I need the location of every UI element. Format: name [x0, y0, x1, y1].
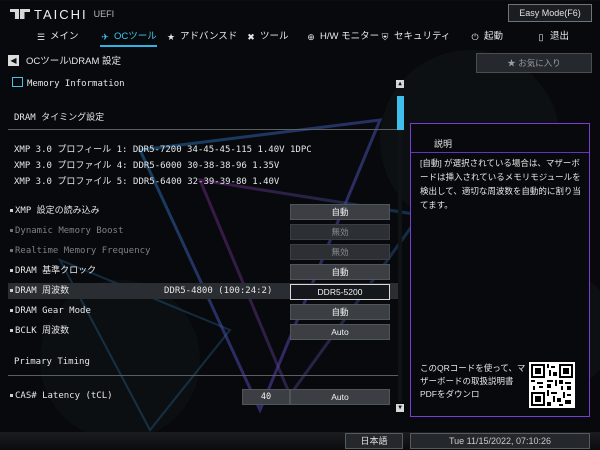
description-title: 説明	[434, 139, 453, 149]
setting-row[interactable]: BCLK 周波数 Auto	[8, 323, 400, 340]
setting-row[interactable]: DRAM Gear Mode 自動	[8, 303, 400, 320]
qr-code-text: このQRコードを使って、マザーボードの取扱説明書PDFをダウンロ	[420, 363, 526, 399]
tab-security[interactable]: ⛨ セキュリティ	[380, 28, 451, 46]
setting-row: Realtime Memory Frequency 無効	[8, 243, 400, 260]
setting-value-button[interactable]: Auto	[290, 389, 390, 405]
star-icon: ★	[507, 58, 516, 68]
setting-label: DRAM 基準クロック	[15, 266, 97, 276]
breadcrumb-text: OCツール\DRAM 設定	[26, 56, 122, 67]
description-panel: 説明 [自動] が選択されている場合は、マザーボードは挿入されているメモリモジュ…	[410, 123, 590, 417]
tab-oc-tweaker-label: OCツール	[114, 31, 157, 42]
scrollbar-thumb[interactable]	[397, 96, 404, 130]
bullet-icon	[10, 394, 13, 397]
asrock-logo-icon	[10, 9, 30, 19]
setting-row-selected[interactable]: DRAM 周波数 DDR5-4800 (100:24:2) DDR5-5200	[8, 283, 400, 300]
dram-frequency-selector[interactable]: DDR5-5200	[290, 284, 390, 300]
setting-row[interactable]: CAS# Latency (tCL) 40 Auto	[8, 388, 400, 405]
primary-timing-title: Primary Timing	[14, 357, 90, 367]
current-frequency-value: DDR5-4800 (100:24:2)	[164, 286, 273, 296]
dram-timing-title: DRAM タイミング設定	[14, 113, 105, 123]
breadcrumb: ◀ OCツール\DRAM 設定	[8, 52, 121, 68]
xmp-profile-5: XMP 3.0 プロファイル 5: DDR5-6400 32-39-39-80 …	[14, 177, 280, 187]
tab-exit[interactable]: ▯ 退出	[536, 28, 570, 46]
bullet-icon	[10, 329, 13, 332]
power-icon: ⏻	[471, 32, 479, 42]
divider	[411, 152, 589, 153]
scroll-down-arrow-icon[interactable]: ▼	[396, 404, 404, 412]
bullet-icon	[10, 229, 13, 232]
tab-main-label: メイン	[50, 31, 79, 42]
tab-boot[interactable]: ⏻ 起動	[470, 28, 503, 46]
tab-main[interactable]: ☰ メイン	[36, 28, 79, 46]
bullet-icon	[10, 249, 13, 252]
xmp-profile-1: XMP 3.0 プロフィール 1: DDR5-7200 34-45-45-115…	[14, 145, 312, 155]
cas-current-value: 40	[242, 389, 290, 405]
tab-hw-monitor[interactable]: ⊕ H/W モニター	[306, 28, 379, 46]
divider	[8, 129, 398, 130]
setting-value-button[interactable]: 自動	[290, 264, 390, 280]
footer: 日本語 Tue 11/15/2022, 07:10:26	[0, 428, 600, 450]
divider	[8, 375, 398, 376]
setting-row[interactable]: DRAM 基準クロック 自動	[8, 263, 400, 280]
bullet-icon	[10, 209, 13, 212]
setting-value-button[interactable]: 自動	[290, 304, 390, 320]
easy-mode-button[interactable]: Easy Mode(F6)	[508, 4, 592, 22]
star-icon: ★	[166, 32, 176, 42]
menu-icon: ☰	[36, 32, 46, 42]
setting-label: XMP 設定の読み込み	[15, 206, 100, 216]
favorites-label: お気に入り	[518, 58, 561, 68]
tools-icon: ✖	[247, 32, 255, 42]
favorites-button[interactable]: ★ お気に入り	[476, 53, 592, 73]
tab-advanced[interactable]: ★ アドバンスド	[166, 28, 237, 46]
brand-suffix: UEFI	[93, 9, 115, 19]
scrollbar-track[interactable]	[398, 92, 402, 402]
shield-icon: ⛨	[381, 32, 389, 42]
tab-advanced-label: アドバンスド	[180, 31, 238, 42]
tab-boot-label: 起動	[484, 31, 504, 42]
memory-information-item[interactable]: Memory Information	[8, 76, 400, 92]
bullet-icon	[10, 289, 13, 292]
main-nav: ☰ メイン ✈ OCツール ★ アドバンスド ✖ ツール ⊕ H/W モニター …	[0, 28, 600, 47]
setting-label: DRAM 周波数	[15, 286, 70, 296]
setting-label: Realtime Memory Frequency	[15, 246, 151, 256]
setting-label: DRAM Gear Mode	[15, 306, 91, 316]
back-arrow-icon[interactable]: ◀	[8, 54, 19, 66]
setting-value-button[interactable]: Auto	[290, 324, 390, 340]
xmp-profile-4: XMP 3.0 プロファイル 4: DDR5-6000 30-38-38-96 …	[14, 161, 280, 171]
memory-icon	[12, 77, 23, 87]
setting-value-button[interactable]: 自動	[290, 204, 390, 220]
datetime-display: Tue 11/15/2022, 07:10:26	[410, 433, 590, 449]
exit-icon: ▯	[538, 32, 544, 42]
setting-label: Dynamic Memory Boost	[15, 226, 124, 236]
rocket-icon: ✈	[101, 32, 109, 42]
description-text: [自動] が選択されている場合は、マザーボードは挿入されているメモリモジュールを…	[420, 158, 581, 210]
language-button[interactable]: 日本語	[345, 433, 403, 449]
setting-row: Dynamic Memory Boost 無効	[8, 223, 400, 240]
bullet-icon	[10, 309, 13, 312]
brand-name: TAICHI	[34, 6, 88, 22]
setting-value-button: 無効	[290, 244, 390, 260]
header: TAICHI UEFI Easy Mode(F6)	[0, 0, 600, 28]
setting-label: BCLK 周波数	[15, 326, 70, 336]
bullet-icon	[10, 269, 13, 272]
globe-icon: ⊕	[307, 32, 315, 42]
brand-logo: TAICHI UEFI	[10, 6, 114, 22]
setting-value-button: 無効	[290, 224, 390, 240]
qr-code-icon	[529, 362, 575, 408]
tab-tools[interactable]: ✖ ツール	[246, 28, 289, 46]
settings-panel: Memory Information DRAM タイミング設定 XMP 3.0 …	[0, 72, 405, 414]
memory-information-label: Memory Information	[27, 79, 125, 89]
setting-label: CAS# Latency (tCL)	[15, 391, 113, 401]
setting-row[interactable]: XMP 設定の読み込み 自動	[8, 203, 400, 220]
tab-exit-label: 退出	[550, 31, 570, 42]
tab-tools-label: ツール	[260, 31, 289, 42]
tab-security-label: セキュリティ	[394, 31, 451, 42]
tab-hw-monitor-label: H/W モニター	[320, 31, 380, 42]
scroll-up-arrow-icon[interactable]: ▲	[396, 80, 404, 88]
tab-oc-tweaker[interactable]: ✈ OCツール	[100, 28, 157, 47]
